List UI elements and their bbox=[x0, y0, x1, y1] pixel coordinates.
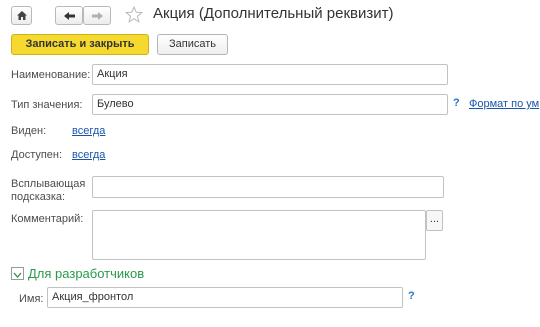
comment-label: Комментарий: bbox=[11, 213, 84, 225]
save-and-close-button[interactable]: Записать и закрыть bbox=[11, 34, 149, 55]
name-label: Наименование: bbox=[11, 69, 91, 81]
arrow-right-icon bbox=[91, 11, 104, 24]
value-type-field[interactable]: Булево bbox=[92, 94, 448, 115]
tooltip-label-line2: подсказка: bbox=[11, 191, 66, 203]
comment-field[interactable] bbox=[92, 210, 426, 260]
forward-button[interactable] bbox=[83, 6, 111, 25]
chevron-down-icon bbox=[13, 270, 22, 282]
visible-link[interactable]: всегда bbox=[72, 125, 105, 137]
save-button[interactable]: Записать bbox=[157, 34, 228, 55]
available-label: Доступен: bbox=[11, 149, 63, 161]
visible-label: Виден: bbox=[11, 125, 47, 137]
back-button[interactable] bbox=[55, 6, 83, 25]
home-button[interactable] bbox=[11, 6, 32, 25]
value-type-help[interactable]: ? bbox=[453, 97, 460, 109]
code-name-help[interactable]: ? bbox=[408, 290, 415, 302]
developers-section-title[interactable]: Для разработчиков bbox=[28, 266, 144, 281]
comment-select-button[interactable]: ... bbox=[426, 210, 443, 231]
value-type-label: Тип значения: bbox=[11, 99, 83, 111]
default-format-link[interactable]: Формат по ум bbox=[469, 98, 539, 110]
star-icon[interactable] bbox=[124, 5, 144, 26]
developers-toggle[interactable] bbox=[11, 267, 24, 280]
window-title: Акция (Дополнительный реквизит) bbox=[153, 5, 394, 22]
code-name-field[interactable]: Акция_фронтол bbox=[47, 287, 403, 308]
tooltip-field[interactable] bbox=[92, 176, 444, 198]
tooltip-label-line1: Всплывающая bbox=[11, 178, 86, 190]
name-field[interactable]: Акция bbox=[92, 64, 448, 85]
available-link[interactable]: всегда bbox=[72, 149, 105, 161]
home-icon bbox=[16, 10, 28, 24]
code-name-label: Имя: bbox=[19, 293, 44, 305]
arrow-left-icon bbox=[63, 11, 76, 24]
